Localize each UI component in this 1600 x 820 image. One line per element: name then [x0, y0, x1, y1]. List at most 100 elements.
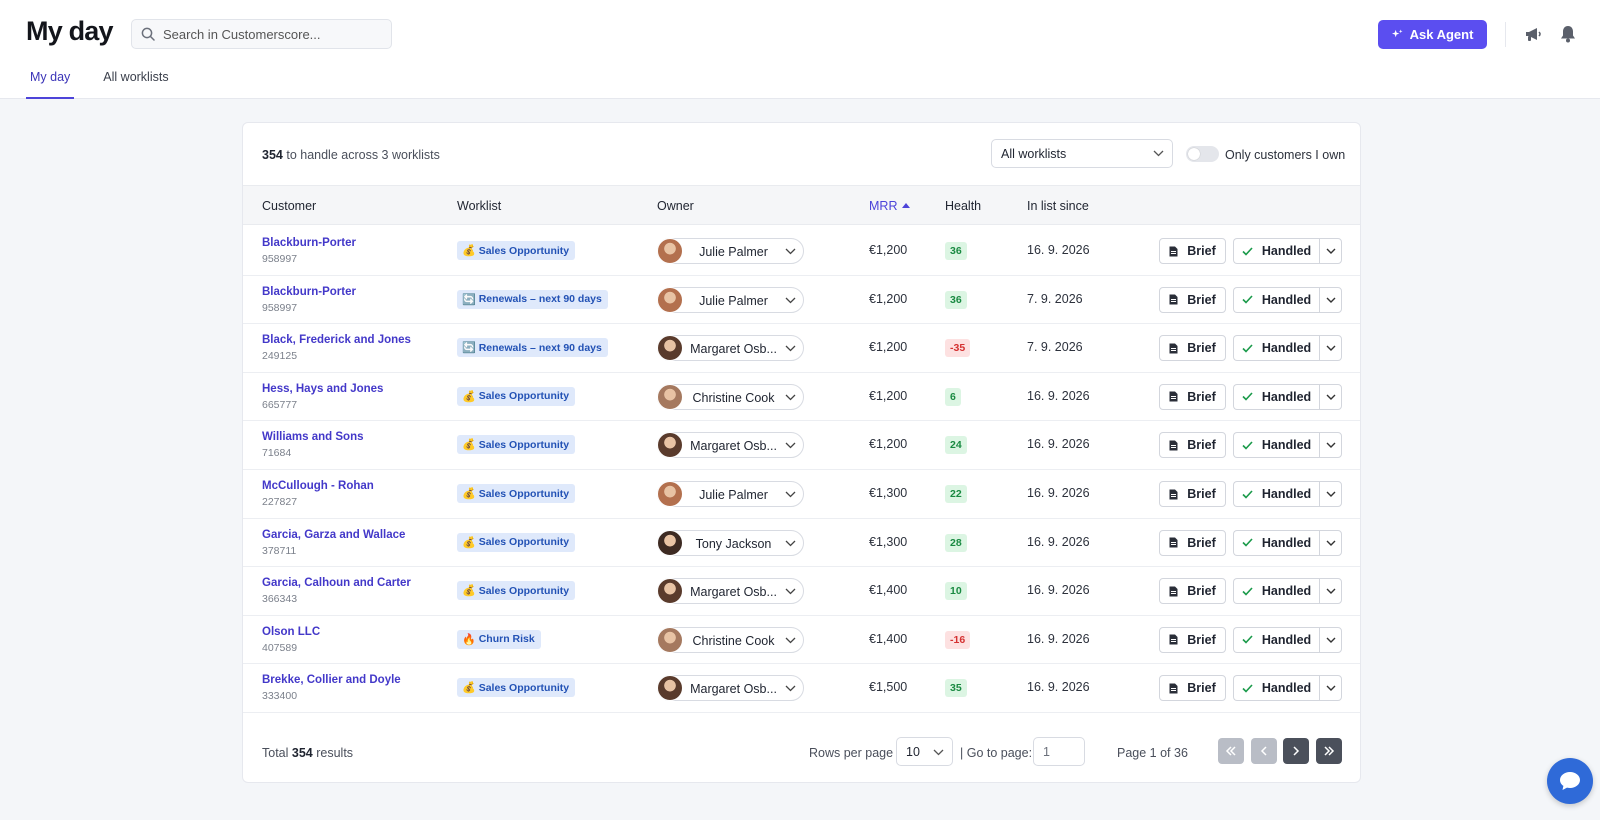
next-page-button[interactable]: [1283, 738, 1309, 764]
handled-button[interactable]: Handled: [1233, 432, 1319, 459]
only-owned-toggle[interactable]: [1186, 146, 1219, 162]
customer-name-link[interactable]: Garcia, Garza and Wallace: [262, 529, 405, 541]
customer-name-link[interactable]: Garcia, Calhoun and Carter: [262, 577, 411, 589]
column-header-mrr[interactable]: MRR: [869, 199, 911, 213]
mrr-value: €1,200: [869, 291, 908, 306]
brief-button[interactable]: Brief: [1159, 675, 1226, 702]
handled-options-button[interactable]: [1319, 529, 1342, 556]
brief-button[interactable]: Brief: [1159, 529, 1226, 556]
tab-all-worklists[interactable]: All worklists: [99, 66, 172, 99]
brief-button[interactable]: Brief: [1159, 626, 1226, 653]
rows-per-page-select[interactable]: 10: [896, 737, 953, 766]
previous-page-button[interactable]: [1251, 738, 1277, 764]
customer-name-link[interactable]: McCullough - Rohan: [262, 480, 374, 492]
handled-button[interactable]: Handled: [1233, 529, 1319, 556]
handled-options-button[interactable]: [1319, 238, 1342, 264]
handled-button[interactable]: Handled: [1233, 481, 1319, 507]
table-row: McCullough - Rohan 227827 💰 Sales Opport…: [243, 469, 1360, 519]
top-header: My day Ask Agent My day All worklists: [0, 0, 1600, 99]
handled-options-button[interactable]: [1319, 335, 1342, 362]
check-icon: [1242, 295, 1253, 304]
column-header-customer[interactable]: Customer: [262, 199, 316, 213]
handled-options-button[interactable]: [1319, 578, 1342, 605]
brief-button[interactable]: Brief: [1159, 383, 1226, 410]
handled-button[interactable]: Handled: [1233, 626, 1319, 653]
handled-button[interactable]: Handled: [1233, 675, 1319, 702]
mrr-value: €1,400: [869, 631, 908, 646]
handled-options-button[interactable]: [1319, 675, 1342, 702]
last-page-button[interactable]: [1316, 738, 1342, 764]
handled-options-button[interactable]: [1319, 383, 1342, 410]
health-badge: 36: [945, 290, 967, 309]
document-icon: [1169, 489, 1178, 499]
handled-label: Handled: [1261, 584, 1312, 599]
chevron-down-icon: [1326, 248, 1335, 254]
customer-name-link[interactable]: Williams and Sons: [262, 431, 364, 443]
owner-select[interactable]: Margaret Osb...: [657, 675, 804, 702]
search-input[interactable]: [163, 26, 373, 42]
brief-button[interactable]: Brief: [1159, 432, 1226, 459]
brief-button[interactable]: Brief: [1159, 578, 1226, 605]
go-to-page-label: | Go to page:: [960, 746, 1033, 760]
owner-select[interactable]: Julie Palmer: [657, 286, 804, 313]
first-page-button[interactable]: [1218, 738, 1244, 764]
handled-options-button[interactable]: [1319, 626, 1342, 653]
handled-label: Handled: [1261, 438, 1312, 453]
in-list-since-date: 16. 9. 2026: [1027, 388, 1090, 403]
column-header-owner[interactable]: Owner: [657, 199, 694, 213]
brief-button[interactable]: Brief: [1159, 335, 1226, 362]
owner-select[interactable]: Christine Cook: [657, 383, 804, 410]
column-header-health[interactable]: Health: [945, 199, 981, 213]
owner-select[interactable]: Margaret Osb...: [657, 432, 804, 459]
handled-options-button[interactable]: [1319, 286, 1342, 313]
chevron-down-icon: [1326, 394, 1335, 400]
go-to-page-input[interactable]: [1033, 737, 1085, 766]
chevron-down-icon: [785, 394, 796, 401]
owner-select[interactable]: Tony Jackson: [657, 529, 804, 556]
customer-name-link[interactable]: Black, Frederick and Jones: [262, 334, 411, 346]
worklist-badge-label: Sales Opportunity: [478, 390, 570, 403]
owner-select[interactable]: Julie Palmer: [657, 238, 804, 264]
bell-icon[interactable]: [1560, 25, 1576, 43]
check-icon: [1242, 635, 1253, 644]
handled-options-button[interactable]: [1319, 432, 1342, 459]
ask-agent-button[interactable]: Ask Agent: [1378, 20, 1487, 49]
owner-select[interactable]: Margaret Osb...: [657, 578, 804, 605]
owner-name: Julie Palmer: [699, 245, 768, 259]
customer-name-link[interactable]: Hess, Hays and Jones: [262, 383, 383, 395]
owner-name: Margaret Osb...: [690, 585, 777, 600]
worklist-badge-label: Sales Opportunity: [478, 244, 570, 257]
worklist-filter-select[interactable]: All worklists: [991, 139, 1173, 168]
customer-name-link[interactable]: Olson LLC: [262, 626, 320, 638]
document-icon: [1169, 683, 1178, 694]
column-header-worklist[interactable]: Worklist: [457, 199, 501, 213]
owner-select[interactable]: Julie Palmer: [657, 481, 804, 507]
megaphone-icon[interactable]: [1524, 25, 1542, 43]
owner-select[interactable]: Margaret Osb...: [657, 335, 804, 362]
brief-button[interactable]: Brief: [1159, 481, 1226, 507]
handled-button[interactable]: Handled: [1233, 286, 1319, 313]
search-box[interactable]: [131, 19, 392, 49]
customer-name-link[interactable]: Blackburn-Porter: [262, 286, 356, 298]
owner-name: Margaret Osb...: [690, 439, 777, 454]
table-row: Black, Frederick and Jones 249125 🔄 Rene…: [243, 323, 1360, 373]
handled-button[interactable]: Handled: [1233, 238, 1319, 264]
owner-name: Margaret Osb...: [690, 342, 777, 357]
chevron-left-icon: [1260, 746, 1267, 756]
column-header-in-list-since[interactable]: In list since: [1027, 199, 1089, 213]
only-owned-label: Only customers I own: [1225, 148, 1346, 162]
owner-select[interactable]: Christine Cook: [657, 626, 804, 653]
customer-name-link[interactable]: Brekke, Collier and Doyle: [262, 674, 401, 686]
avatar: [657, 626, 683, 653]
handled-button[interactable]: Handled: [1233, 578, 1319, 605]
chat-launcher-button[interactable]: [1547, 758, 1593, 804]
brief-button[interactable]: Brief: [1159, 286, 1226, 313]
customer-name-link[interactable]: Blackburn-Porter: [262, 237, 356, 249]
brief-button[interactable]: Brief: [1159, 238, 1226, 264]
tab-my-day[interactable]: My day: [26, 66, 75, 99]
summary-text: 354 to handle across 3 worklists: [262, 148, 440, 162]
in-list-since-date: 16. 9. 2026: [1027, 486, 1090, 500]
handled-button[interactable]: Handled: [1233, 335, 1319, 362]
handled-button[interactable]: Handled: [1233, 383, 1319, 410]
handled-options-button[interactable]: [1319, 481, 1342, 507]
